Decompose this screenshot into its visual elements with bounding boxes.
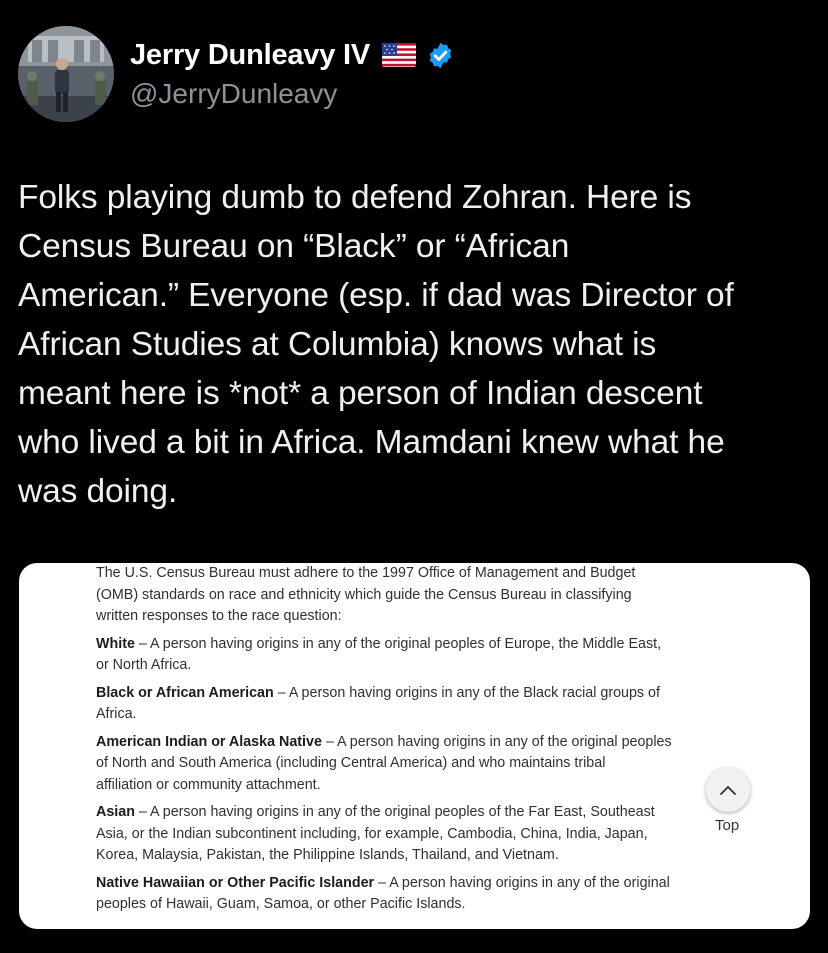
- avatar[interactable]: [18, 26, 114, 122]
- definition-line: Asian – A person having origins in any o…: [96, 802, 736, 824]
- definition-term: Native Hawaiian or Other Pacific Islande…: [96, 874, 375, 891]
- definition-american-indian: American Indian or Alaska Native – A per…: [96, 732, 736, 797]
- user-handle[interactable]: @JerryDunleavy: [130, 78, 337, 110]
- doc-intro-line: (OMB) standards on race and ethnicity wh…: [96, 586, 632, 603]
- definition-text: – A person having origins in any of the …: [321, 733, 672, 750]
- definition-line: affiliation or community attachment.: [96, 776, 321, 793]
- definition-text: – A person having origins in any of the …: [134, 635, 662, 652]
- us-flag-icon: [382, 43, 417, 67]
- definition-text: – A person having origins in any of the …: [134, 804, 655, 820]
- definition-term: Asian: [96, 804, 135, 820]
- tweet-text-line: American.” Everyone (esp. if dad was Dir…: [18, 277, 734, 314]
- chevron-up-icon: [720, 786, 736, 795]
- tweet-text-line: African Studies at Columbia) knows what …: [18, 326, 657, 363]
- census-document: The U.S. Census Bureau must adhere to th…: [96, 563, 736, 922]
- definition-line: Asia, or the Indian subcontinent includi…: [96, 825, 648, 842]
- definition-line: White – A person having origins in any o…: [96, 634, 736, 656]
- definition-line: peoples of Hawaii, Guam, Samoa, or other…: [96, 896, 466, 912]
- definition-line: or North Africa.: [96, 657, 192, 673]
- tweet-text-line: who lived a bit in Africa. Mamdani knew …: [18, 424, 725, 461]
- tweet-text-line: Folks playing dumb to defend Zohran. Her…: [18, 179, 692, 216]
- doc-intro-line: written responses to the race question:: [96, 608, 342, 624]
- definition-text: – A person having origins in any of the …: [374, 874, 670, 891]
- tweet-text-line: Census Bureau on “Black” or “African: [18, 228, 570, 265]
- tweet-text-line: was doing.: [18, 473, 178, 510]
- definition-pacific-islander: Native Hawaiian or Other Pacific Islande…: [96, 873, 736, 916]
- display-name[interactable]: Jerry Dunleavy IV: [130, 39, 370, 72]
- definition-line: Korea, Malaysia, Pakistan, the Philippin…: [96, 847, 559, 863]
- definition-term: American Indian or Alaska Native: [96, 733, 322, 750]
- definition-line: American Indian or Alaska Native – A per…: [96, 732, 736, 754]
- definition-line: of North and South America (including Ce…: [96, 755, 606, 771]
- tweet-text-line: meant here is *not* a person of Indian d…: [18, 375, 703, 412]
- scroll-to-top-button[interactable]: [706, 768, 750, 812]
- top-label[interactable]: Top: [715, 817, 739, 834]
- definition-line: Black or African American – A person hav…: [96, 683, 736, 705]
- definition-line: Africa.: [96, 706, 137, 722]
- definition-white: White – A person having origins in any o…: [96, 634, 736, 677]
- tweet-header: Jerry Dunleavy IV @JerryDunleavy: [18, 26, 808, 126]
- definition-text: – A person having origins in any of the …: [273, 684, 660, 701]
- definition-term: Black or African American: [96, 684, 274, 701]
- definition-term: White: [96, 635, 135, 652]
- definition-line: Native Hawaiian or Other Pacific Islande…: [96, 873, 736, 895]
- avatar-photo: [18, 26, 114, 122]
- definition-asian: Asian – A person having origins in any o…: [96, 802, 736, 867]
- attached-image[interactable]: The U.S. Census Bureau must adhere to th…: [19, 563, 810, 929]
- verified-badge-icon[interactable]: [426, 41, 455, 70]
- tweet-text: Folks playing dumb to defend Zohran. Her…: [18, 173, 813, 516]
- doc-intro-line: The U.S. Census Bureau must adhere to th…: [96, 565, 636, 581]
- doc-intro: The U.S. Census Bureau must adhere to th…: [96, 563, 736, 628]
- definition-black: Black or African American – A person hav…: [96, 683, 736, 726]
- name-row: Jerry Dunleavy IV: [130, 38, 455, 72]
